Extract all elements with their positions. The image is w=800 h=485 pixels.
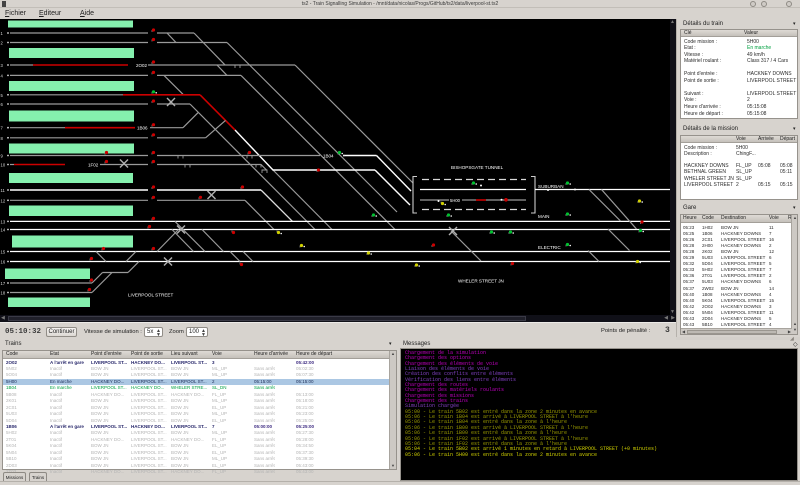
svg-text:16: 16 (1, 260, 6, 265)
svg-text:5H00: 5H00 (450, 198, 461, 203)
svg-text:14: 14 (1, 228, 6, 233)
svg-text:1B06: 1B06 (137, 126, 148, 131)
svg-text:13: 13 (1, 219, 6, 224)
svg-text:12: 12 (1, 198, 6, 203)
svg-text:18: 18 (1, 291, 6, 296)
svg-text:MAIN: MAIN (538, 214, 549, 219)
svg-text:BISHOPSGATE TUNNEL: BISHOPSGATE TUNNEL (451, 165, 504, 170)
svg-text:15: 15 (1, 250, 6, 255)
svg-text:WHELER STREET JN: WHELER STREET JN (458, 279, 504, 284)
svg-text:1B04: 1B04 (323, 154, 334, 159)
svg-text:ELECTRIC: ELECTRIC (538, 245, 561, 250)
svg-text:11: 11 (1, 188, 6, 193)
svg-text:LIVERPOOL STREET: LIVERPOOL STREET (128, 293, 173, 298)
svg-text:17: 17 (1, 281, 6, 286)
svg-text:2O02: 2O02 (136, 63, 148, 68)
svg-text:SUBURBAN: SUBURBAN (538, 184, 564, 189)
svg-text:1F02: 1F02 (88, 163, 99, 168)
svg-text:10: 10 (1, 163, 6, 168)
